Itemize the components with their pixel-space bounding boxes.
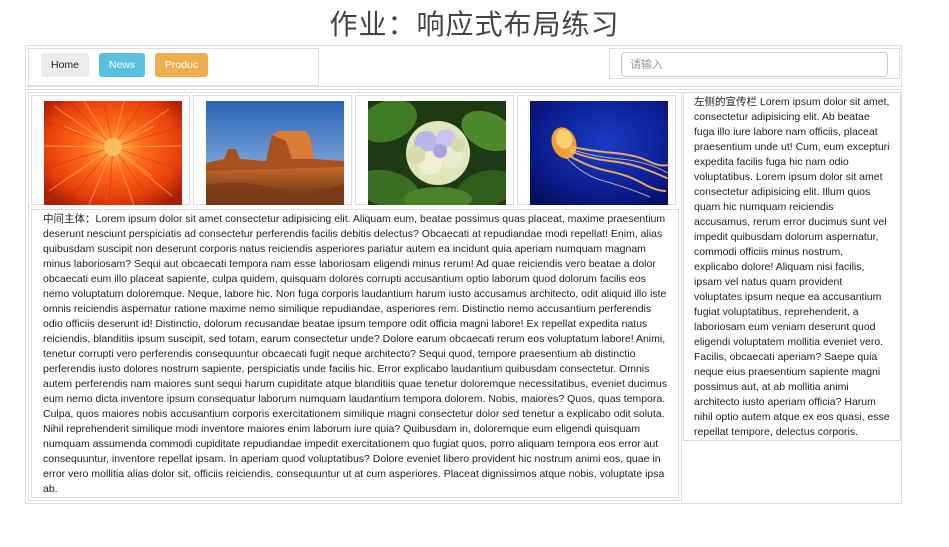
jellyfish-photo [530, 101, 668, 205]
gallery-cell [517, 95, 676, 205]
nav-bar: Home News Produc [28, 48, 319, 86]
hydrangea-photo [368, 101, 506, 205]
gallery-cell [355, 95, 514, 205]
main-container: 中间主体：Lorem ipsum dolor sit amet consecte… [25, 89, 902, 504]
chrysanthemum-photo [44, 101, 182, 205]
main-content-box: 中间主体：Lorem ipsum dolor sit amet consecte… [31, 209, 679, 498]
page-title: 作业：响应式布局练习 [329, 8, 620, 41]
content-column: 中间主体：Lorem ipsum dolor sit amet consecte… [28, 92, 682, 501]
header-container: Home News Produc [25, 45, 902, 87]
product-button[interactable]: Produc [155, 53, 208, 77]
image-gallery [31, 95, 679, 205]
search-input[interactable] [621, 52, 888, 77]
main-content-text: 中间主体：Lorem ipsum dolor sit amet consecte… [43, 213, 667, 496]
desert-butte-photo [206, 101, 344, 205]
home-button[interactable]: Home [41, 53, 89, 77]
gallery-cell [193, 95, 352, 205]
news-button[interactable]: News [99, 53, 145, 77]
sidebar: 左侧的宣传栏 Lorem ipsum dolor sit amet, conse… [683, 92, 901, 441]
sidebar-text: 左侧的宣传栏 Lorem ipsum dolor sit amet, conse… [694, 96, 890, 439]
gallery-cell [31, 95, 190, 205]
search-container [609, 48, 900, 79]
